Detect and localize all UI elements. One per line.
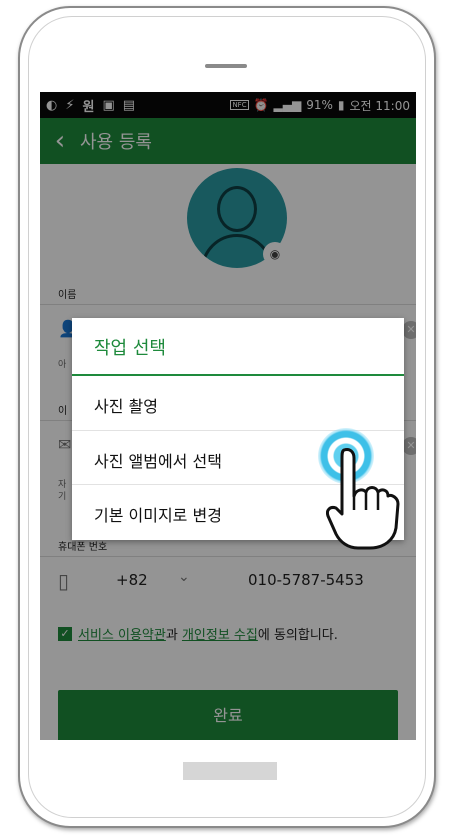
dialog-item-label: 사진 촬영 — [94, 397, 158, 416]
phone-speaker — [205, 64, 247, 68]
home-button[interactable] — [183, 762, 277, 780]
dialog-item-label: 기본 이미지로 변경 — [94, 506, 222, 525]
dialog-item-take-photo[interactable]: 사진 촬영 — [72, 376, 404, 430]
dialog-item-label: 사진 앨범에서 선택 — [94, 452, 222, 471]
screen: ◐ ⚡ 원 ▣ ▤ NFC ⏰ ▂▄▆ 91% ▮ 오전 11:00 ‹ 사용 … — [40, 92, 416, 740]
pointing-hand-icon — [326, 448, 400, 550]
dialog-title: 작업 선택 — [94, 338, 166, 359]
